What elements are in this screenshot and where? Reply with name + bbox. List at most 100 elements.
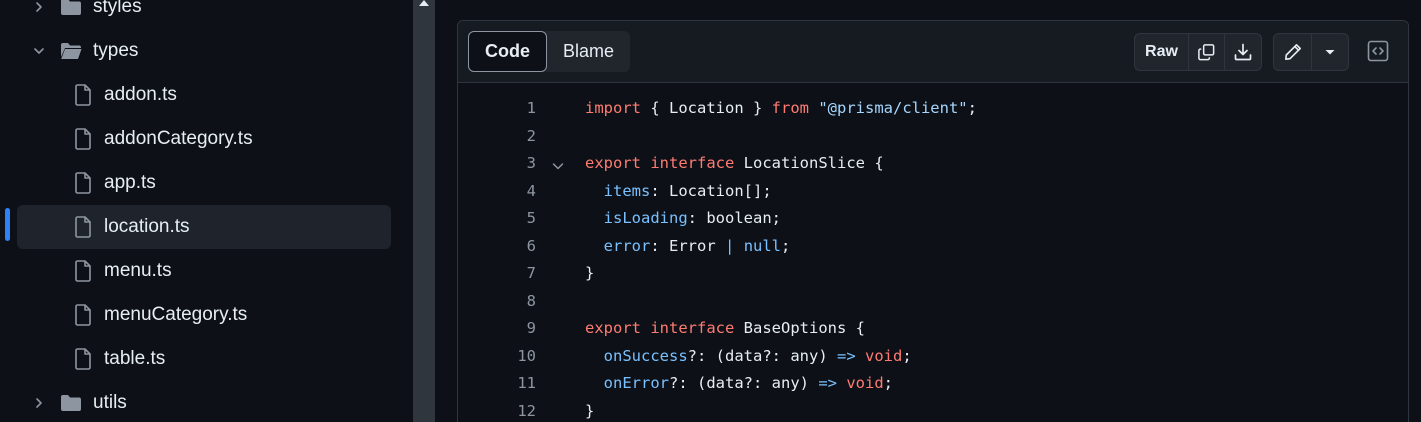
folder-open-icon	[60, 42, 82, 60]
github-code-view: styles types addon.ts addonCategory.ts app.t…	[0, 0, 1421, 422]
code-token: error	[603, 236, 651, 255]
tree-folder[interactable]: utils	[17, 381, 391, 422]
tree-file[interactable]: addonCategory.ts	[17, 117, 391, 161]
symbols-panel-button[interactable]	[1360, 33, 1396, 69]
code-line: 3 export interface LocationSlice {	[458, 150, 1408, 177]
chevron-right-icon[interactable]	[31, 395, 47, 411]
triangle-down-icon	[1325, 50, 1335, 55]
line-number[interactable]: 2	[498, 123, 536, 150]
code-text: }	[585, 398, 594, 422]
tree-item-label: utils	[93, 392, 127, 413]
code-token: =>	[818, 374, 837, 392]
code-token: BaseOptions {	[734, 319, 865, 337]
tree-file[interactable]: menuCategory.ts	[17, 293, 391, 337]
code-panel: Code Blame Raw 1 import {Location} fro…	[435, 0, 1421, 422]
code-token: ;	[967, 99, 977, 117]
line-number[interactable]: 3	[498, 150, 536, 177]
tree-folder[interactable]: styles	[17, 0, 391, 29]
pencil-icon	[1284, 44, 1301, 60]
code-line: 7}	[458, 260, 1408, 287]
code-line: 5 isLoading: boolean;	[458, 205, 1408, 232]
line-number[interactable]: 4	[498, 178, 536, 205]
code-token: interface	[650, 319, 735, 337]
code-token: interface	[650, 154, 735, 172]
file-icon	[74, 216, 92, 238]
tree-file[interactable]: menu.ts	[17, 249, 391, 293]
line-number[interactable]: 11	[498, 370, 536, 397]
chevron-right-icon[interactable]	[31, 0, 47, 15]
file-icon	[74, 84, 92, 106]
tree-file[interactable]: app.ts	[17, 161, 391, 205]
code-text: onSuccess?: (data?: any) => void;	[585, 343, 912, 370]
code-token: }	[585, 264, 595, 282]
active-item-indicator	[5, 208, 10, 241]
code-token: export	[585, 319, 641, 337]
line-number[interactable]: 7	[498, 260, 536, 287]
line-number[interactable]: 6	[498, 233, 536, 260]
tree-folder[interactable]: types	[17, 29, 391, 73]
code-line: 8	[458, 288, 1408, 315]
chevron-down-icon[interactable]	[31, 43, 47, 59]
file-icon	[74, 304, 92, 326]
code-token: ;	[902, 346, 912, 365]
tree-file[interactable]: location.ts	[17, 205, 391, 249]
tree-item-label: table.ts	[104, 348, 166, 369]
edit-actions-group	[1273, 33, 1349, 71]
code-token: void	[846, 374, 884, 392]
file-tree: styles types addon.ts addonCategory.ts app.t…	[0, 0, 413, 422]
code-line: 11 onError?: (data?: any) => void;	[458, 370, 1408, 397]
code-token: ;	[883, 374, 893, 392]
line-number[interactable]: 1	[498, 95, 536, 122]
code-line: 1 import { Location } from "@prisma/clien…	[458, 95, 1408, 122]
code-token: LocationSlice {	[734, 154, 884, 172]
code-token: null	[743, 236, 782, 255]
raw-button[interactable]: Raw	[1135, 34, 1189, 70]
code-token: }	[585, 401, 595, 420]
edit-dropdown-button[interactable]	[1312, 34, 1348, 70]
fold-chevron-down-icon[interactable]	[550, 156, 566, 172]
download-button[interactable]	[1225, 34, 1261, 70]
tree-item-label: types	[93, 40, 139, 61]
code-tab[interactable]: Code	[468, 31, 547, 72]
blame-tab[interactable]: Blame	[547, 31, 630, 72]
line-number[interactable]: 10	[498, 343, 536, 370]
line-number[interactable]: 12	[498, 398, 536, 422]
code-token: "@prisma/client"	[818, 99, 968, 117]
code-token: ;	[781, 236, 791, 255]
code-token: =>	[836, 346, 856, 365]
code-token: ?: (data?: any)	[687, 346, 837, 365]
code-text: error: Error | null;	[585, 233, 791, 260]
tree-item-label: app.ts	[104, 172, 156, 193]
code-token: : boolean;	[687, 209, 781, 227]
tree-file[interactable]: addon.ts	[17, 73, 391, 117]
scroll-up-arrow-icon[interactable]	[419, 0, 429, 6]
tree-item-label: styles	[93, 0, 142, 17]
file-actions-group: Raw	[1134, 33, 1262, 71]
line-number[interactable]: 8	[498, 288, 536, 315]
code-token: import	[585, 99, 641, 117]
code-token: export	[585, 154, 641, 172]
code-line: 9 export interface BaseOptions {	[458, 315, 1408, 342]
sidebar-splitter[interactable]	[413, 0, 435, 422]
tree-file[interactable]: table.ts	[17, 337, 391, 381]
code-token: from	[771, 99, 809, 117]
file-icon	[74, 260, 92, 282]
code-token: ?: (data?: any)	[669, 374, 819, 392]
code-text: items: Location[];	[585, 178, 772, 205]
download-icon	[1234, 43, 1252, 61]
line-number[interactable]: 5	[498, 205, 536, 232]
line-number[interactable]: 9	[498, 315, 536, 342]
code-toolbar: Code Blame Raw	[458, 21, 1408, 83]
tree-item-label: addonCategory.ts	[104, 128, 253, 149]
code-text: onError?: (data?: any) => void;	[585, 370, 893, 397]
file-icon	[74, 128, 92, 150]
copy-button[interactable]	[1189, 34, 1225, 70]
view-mode-switch: Code Blame	[468, 31, 631, 72]
edit-button[interactable]	[1274, 34, 1312, 70]
